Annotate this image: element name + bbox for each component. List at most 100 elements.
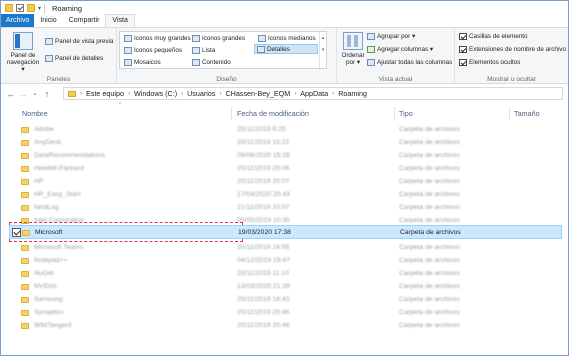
group-label-vista-actual: Vista actual: [378, 76, 413, 83]
quick-access-dropdown[interactable]: ▾: [38, 5, 41, 12]
list-item[interactable]: NuGet 20/11/2019 11:10 Carpeta de archiv…: [9, 269, 562, 280]
layout-medium-icons[interactable]: Iconos medianos: [256, 33, 318, 43]
list-item[interactable]: Notepad++ 04/12/2019 19:47 Carpeta de ar…: [9, 256, 562, 267]
list-item[interactable]: WildTangent 20/11/2019 20:46 Carpeta de …: [9, 321, 562, 332]
layout-label: Iconos grandes: [202, 34, 246, 42]
list-item[interactable]: NVIDIA 13/03/2020 21:39 Carpeta de archi…: [9, 282, 562, 293]
column-divider[interactable]: [509, 107, 510, 120]
column-divider[interactable]: [231, 107, 232, 120]
item-checkboxes-toggle[interactable]: Casillas de elemento: [459, 32, 527, 41]
item-type: Carpeta de archivos: [399, 322, 460, 329]
item-date: 20/11/2019 15:22: [237, 139, 290, 146]
hidden-items-toggle[interactable]: Elementos ocultos: [459, 58, 520, 67]
list-item-selected[interactable]: Microsoft 19/03/2020 17:38 Carpeta de ar…: [9, 225, 562, 239]
layout-small-icons[interactable]: Iconos pequeños: [122, 45, 184, 55]
list-item[interactable]: Samsung 20/11/2019 18:43 Carpeta de arch…: [9, 295, 562, 306]
sort-by-icon: [343, 32, 363, 50]
item-date: 09/06/2020 15:28: [237, 152, 290, 159]
breadcrumb-appdata[interactable]: AppData: [300, 89, 328, 98]
add-columns-button[interactable]: Agregar columnas ▾: [367, 45, 433, 54]
list-item[interactable]: HP 20/11/2019 20:07 Carpeta de archivos: [9, 177, 562, 188]
layout-label: Iconos medianos: [268, 34, 316, 42]
checkbox-checked-icon: [459, 46, 467, 53]
sort-by-label: Ordenar por ▾: [341, 52, 365, 66]
chevron-right-icon: ›: [80, 90, 82, 97]
fit-columns-icon: [367, 59, 375, 66]
list-item[interactable]: DataRecommendations 09/06/2020 15:28 Car…: [9, 151, 562, 162]
breadcrumb-usuarios[interactable]: Usuarios: [187, 89, 215, 98]
tab-inicio[interactable]: Inicio: [34, 15, 62, 27]
group-by-icon: [367, 33, 375, 40]
layout-details[interactable]: Detalles: [254, 44, 318, 54]
folder-icon: [21, 323, 29, 329]
list-item[interactable]: AnyDesk 20/11/2019 15:22 Carpeta de arch…: [9, 138, 562, 149]
layout-gallery-scroll[interactable]: ▴ ▾: [319, 32, 326, 68]
breadcrumb-este-equipo[interactable]: Este equipo: [86, 89, 124, 98]
file-extensions-toggle[interactable]: Extensiones de nombre de archivo: [459, 45, 566, 54]
list-item[interactable]: Microsoft Teams 20/11/2019 16:55 Carpeta…: [9, 243, 562, 254]
item-type: Carpeta de archivos: [399, 244, 460, 251]
sort-by-button[interactable]: Ordenar por ▾: [341, 32, 365, 66]
layout-content[interactable]: Contenido: [190, 57, 233, 67]
address-field[interactable]: › Este equipo › Windows (C:) › Usuarios …: [63, 87, 563, 100]
breadcrumb-user[interactable]: CHassen-Bey_EQM: [225, 89, 290, 98]
column-header-size[interactable]: Tamaño: [514, 109, 540, 118]
column-header-date[interactable]: Fecha de modificación: [237, 109, 309, 118]
item-date: 04/12/2019 19:47: [237, 257, 290, 264]
recent-dropdown-icon[interactable]: ⌄: [29, 90, 41, 97]
ribbon-tabs: Archivo Inicio Compartir Vista: [1, 14, 568, 28]
folder-icon: [21, 192, 29, 198]
list-item[interactable]: fandLog 21/11/2019 10:07 Carpeta de arch…: [9, 203, 562, 214]
medium-icons-icon: [258, 34, 266, 42]
fit-columns-button[interactable]: Ajustar todas las columnas: [367, 58, 452, 67]
item-type: Carpeta de archivos: [399, 283, 460, 290]
chevron-right-icon: ›: [332, 90, 335, 97]
layout-tiles[interactable]: Mosaicos: [122, 57, 163, 67]
breadcrumb-roaming[interactable]: Roaming: [338, 89, 367, 98]
group-by-button[interactable]: Agrupar por ▾: [367, 32, 415, 41]
item-type: Carpeta de archivos: [399, 152, 460, 159]
checkbox-icon[interactable]: [16, 4, 24, 12]
list-icon: [192, 46, 200, 54]
list-item[interactable]: Synaptics 20/11/2019 20:46 Carpeta de ar…: [9, 308, 562, 319]
column-divider[interactable]: [394, 107, 395, 120]
ribbon: Panel de navegación ▾ Panel de vista pre…: [1, 28, 568, 84]
list-item[interactable]: HP_Easy_Start 17/04/2020 20:43 Carpeta d…: [9, 190, 562, 201]
tab-vista[interactable]: Vista: [105, 14, 135, 27]
nav-pane-button[interactable]: Panel de navegación ▾: [5, 32, 41, 73]
item-name: Microsoft: [35, 229, 63, 236]
details-pane-button[interactable]: Panel de detalles: [45, 54, 103, 63]
list-item[interactable]: Hewlett-Packard 20/11/2019 20:06 Carpeta…: [9, 164, 562, 175]
chevron-right-icon: ›: [294, 90, 297, 97]
group-mostrar-ocultar: Casillas de elemento Extensiones de nomb…: [455, 28, 568, 84]
preview-pane-label: Panel de vista previa: [55, 38, 114, 45]
window-title: Roaming: [52, 3, 83, 13]
preview-pane-button[interactable]: Panel de vista previa: [45, 37, 113, 46]
tab-compartir[interactable]: Compartir: [63, 15, 106, 27]
layout-large-icons[interactable]: Iconos grandes: [190, 33, 247, 43]
column-header-type[interactable]: Tipo: [399, 109, 413, 118]
back-arrow-icon[interactable]: ←: [5, 89, 17, 99]
group-label-mostrar: Mostrar u ocultar: [487, 76, 536, 83]
item-type: Carpeta de archivos: [399, 296, 460, 303]
folder-icon: [21, 127, 29, 133]
layout-list[interactable]: Lista: [190, 45, 217, 55]
item-type: Carpeta de archivos: [399, 139, 460, 146]
new-folder-icon[interactable]: [27, 4, 35, 12]
list-item[interactable]: Adobe 25/11/2019 9:25 Carpeta de archivo…: [9, 125, 562, 136]
tab-archivo[interactable]: Archivo: [1, 14, 35, 27]
folder-icon: [21, 153, 29, 159]
forward-arrow-icon[interactable]: →: [17, 89, 29, 99]
chevron-right-icon: ›: [127, 90, 130, 97]
item-checkboxes-label: Casillas de elemento: [469, 33, 528, 40]
up-arrow-icon[interactable]: ↑: [41, 89, 53, 99]
folder-icon: [21, 284, 29, 290]
item-type: Carpeta de archivos: [399, 270, 460, 277]
layout-label: Mosaicos: [134, 58, 161, 66]
column-header-name[interactable]: Nombre: [22, 109, 48, 118]
item-date: 20/11/2019 20:07: [237, 178, 290, 185]
layout-extra-large-icons[interactable]: Iconos muy grandes: [122, 33, 193, 43]
breadcrumb-windows-c[interactable]: Windows (C:): [134, 89, 177, 98]
folder-icon: [22, 230, 30, 236]
item-checkbox[interactable]: [12, 228, 21, 237]
